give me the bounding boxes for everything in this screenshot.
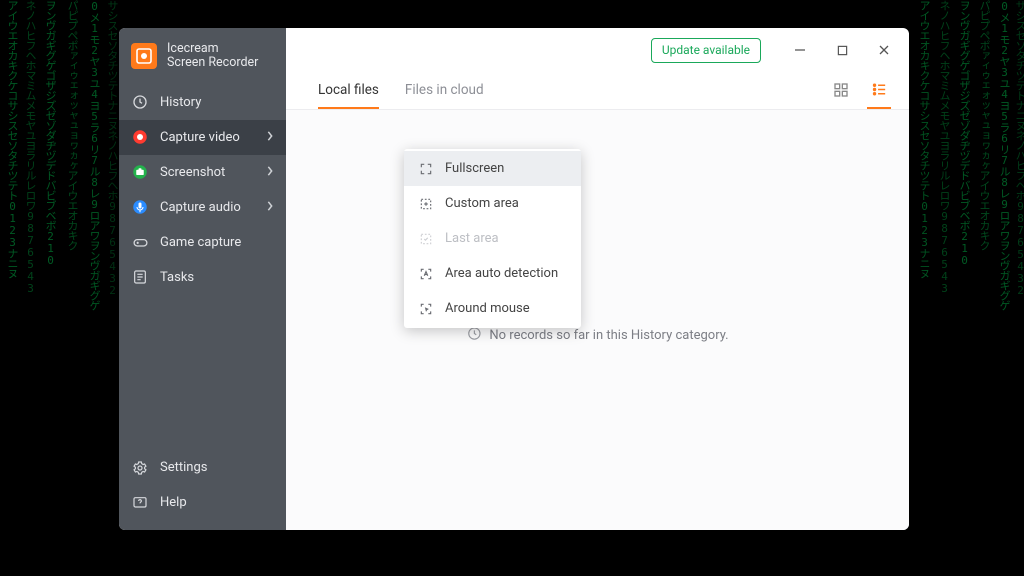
capture-video-submenu: Fullscreen Custom area Last area Area au… [404,149,581,328]
sidebar-item-help[interactable]: Help [119,485,286,520]
sidebar-item-tasks[interactable]: Tasks [119,260,286,295]
tab-bar: Local files Files in cloud [286,72,909,110]
sidebar-item-label: Screenshot [160,165,225,180]
gear-icon [131,459,149,477]
titlebar: Update available [286,28,909,72]
last-area-icon [418,231,434,247]
main-panel: Update available Local files Files in cl… [286,28,909,530]
sidebar-item-game-capture[interactable]: Game capture [119,225,286,260]
help-icon [131,494,149,512]
window-close-button[interactable] [865,35,903,65]
update-available-button[interactable]: Update available [651,38,761,63]
tab-files-in-cloud[interactable]: Files in cloud [405,72,484,109]
content-area: No records so far in this History catego… [286,110,909,530]
sidebar-item-history[interactable]: History [119,85,286,120]
sidebar-item-label: Game capture [160,235,241,250]
microphone-icon [131,198,149,216]
app-brand: Icecream Screen Recorder [119,28,286,85]
submenu-item-fullscreen[interactable]: Fullscreen [404,151,581,186]
gamepad-icon [131,233,149,251]
sidebar-item-label: Capture audio [160,200,241,215]
submenu-item-label: Custom area [445,196,519,211]
sidebar-item-label: Settings [160,460,207,475]
record-icon [131,128,149,146]
sidebar-item-capture-audio[interactable]: Capture audio [119,190,286,225]
tasks-icon [131,268,149,286]
chevron-right-icon [266,130,274,145]
app-logo-icon [131,43,157,69]
submenu-item-last-area: Last area [404,221,581,256]
auto-detect-icon [418,266,434,282]
submenu-item-custom-area[interactable]: Custom area [404,186,581,221]
empty-state: No records so far in this History catego… [466,326,728,345]
sidebar-item-screenshot[interactable]: Screenshot [119,155,286,190]
empty-state-text: No records so far in this History catego… [489,328,728,343]
chevron-right-icon [266,200,274,215]
sidebar-item-capture-video[interactable]: Capture video [119,120,286,155]
submenu-item-auto-detection[interactable]: Area auto detection [404,256,581,291]
history-icon [131,93,149,111]
sidebar-item-label: Help [160,495,187,510]
submenu-item-around-mouse[interactable]: Around mouse [404,291,581,326]
fullscreen-icon [418,161,434,177]
submenu-item-label: Last area [445,231,499,246]
window-maximize-button[interactable] [823,35,861,65]
custom-area-icon [418,196,434,212]
submenu-item-label: Fullscreen [445,161,504,176]
sidebar-nav: History Capture video Screenshot [119,85,286,530]
sidebar-item-label: Tasks [160,270,194,285]
list-view-button[interactable] [867,72,891,109]
window-minimize-button[interactable] [781,35,819,65]
tab-local-files[interactable]: Local files [318,72,379,109]
around-mouse-icon [418,301,434,317]
app-title: Icecream Screen Recorder [167,42,258,71]
sidebar-item-settings[interactable]: Settings [119,450,286,485]
submenu-item-label: Area auto detection [445,266,558,281]
sidebar-item-label: Capture video [160,130,240,145]
clock-icon [466,326,481,345]
camera-icon [131,163,149,181]
chevron-right-icon [266,165,274,180]
app-window: Icecream Screen Recorder History Capture… [119,28,909,530]
sidebar: Icecream Screen Recorder History Capture… [119,28,286,530]
sidebar-item-label: History [160,95,201,110]
grid-view-button[interactable] [829,72,853,109]
submenu-item-label: Around mouse [445,301,530,316]
